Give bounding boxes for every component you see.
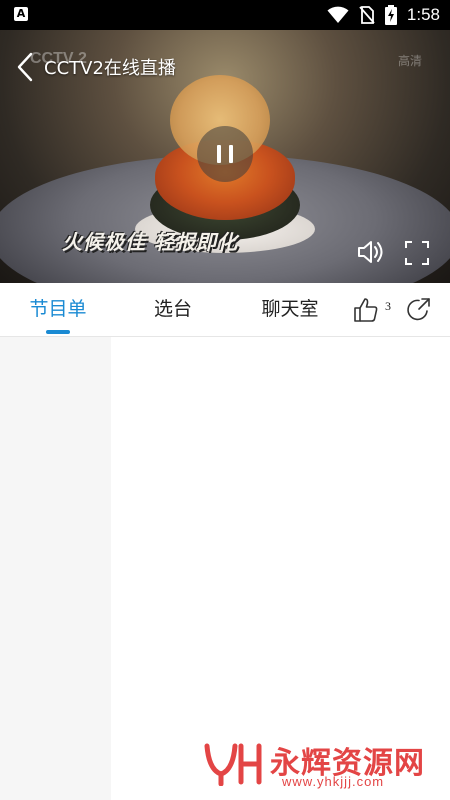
video-title: CCTV2在线直播 [44, 58, 176, 79]
site-watermark-url: www.yhkjjj.com [282, 774, 385, 789]
tab-active-indicator [46, 330, 70, 334]
status-bar: A 1:58 [0, 0, 450, 30]
pause-icon-bar [229, 145, 233, 163]
like-button[interactable] [353, 297, 379, 323]
tab-channels[interactable]: 选台 [133, 283, 213, 336]
back-button[interactable] [10, 50, 40, 84]
pause-icon [217, 145, 221, 163]
share-button[interactable] [405, 297, 431, 323]
back-icon [17, 52, 33, 82]
burned-subtitle: 火候极佳 轻报即化 [62, 230, 238, 254]
volume-button[interactable] [356, 237, 386, 267]
tab-bar: 节目单 选台 聊天室 3 [0, 283, 450, 337]
fullscreen-button[interactable] [404, 240, 430, 266]
hd-badge: 高清 [397, 54, 422, 68]
site-logo-icon [204, 743, 262, 786]
tab-chatroom[interactable]: 聊天室 [250, 283, 330, 336]
battery-charging-icon [384, 5, 397, 25]
schedule-list-panel[interactable] [111, 337, 450, 800]
wifi-icon [327, 6, 349, 23]
no-sim-icon [359, 6, 375, 24]
status-time: 1:58 [406, 5, 440, 24]
pause-button[interactable] [197, 126, 253, 182]
status-bar-right: 1:58 [327, 0, 440, 30]
video-player[interactable]: CCTV 2 高清 火候极佳 轻报即化 CCTV2在线直播 [0, 30, 450, 283]
like-count: 3 [385, 299, 391, 313]
app-notification-icon: A [14, 7, 28, 21]
schedule-date-sidebar[interactable] [0, 337, 111, 800]
tab-schedule[interactable]: 节目单 [18, 283, 98, 336]
